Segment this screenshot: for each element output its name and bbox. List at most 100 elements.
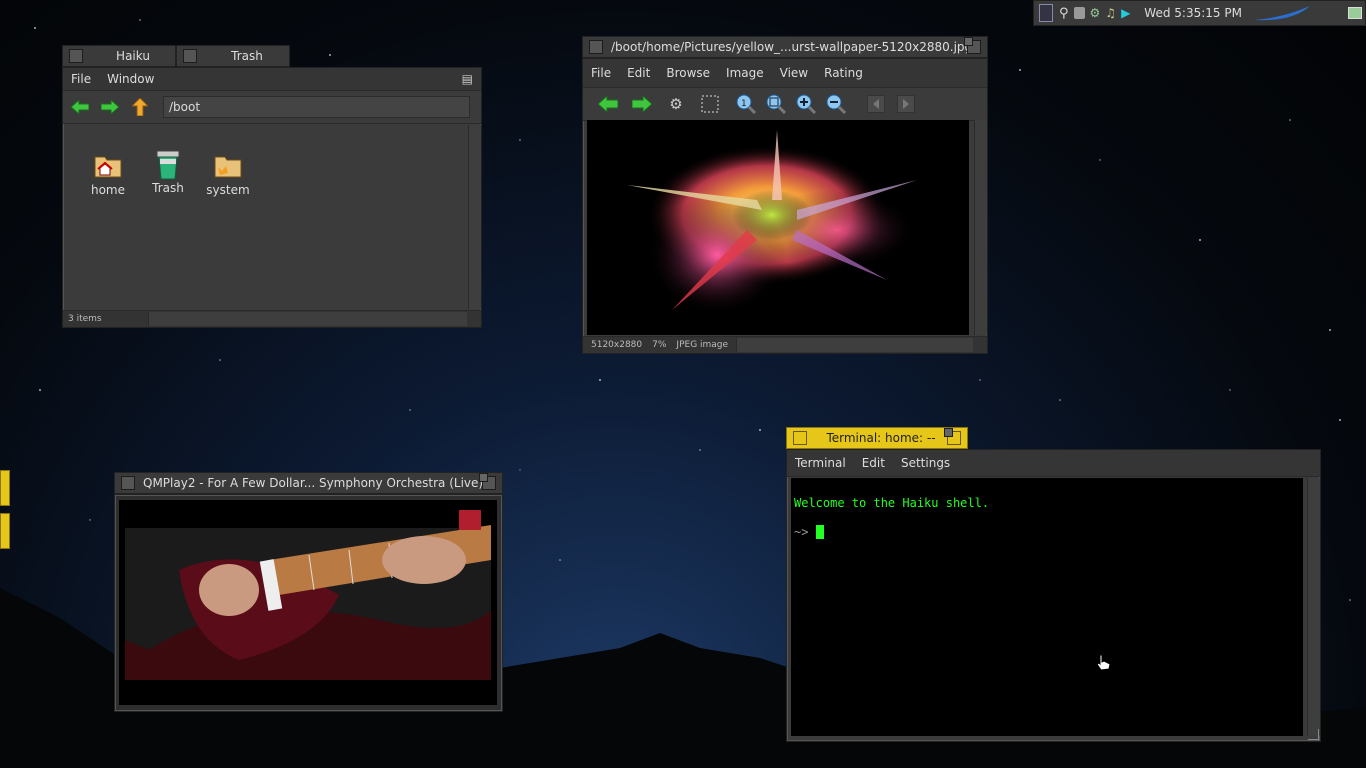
- menu-image[interactable]: Image: [718, 66, 772, 80]
- status-bar: 5120x2880 7% JPEG image: [583, 336, 987, 353]
- drive-icon[interactable]: ▤: [454, 72, 481, 86]
- zoom-level: 7%: [652, 340, 667, 350]
- menu-view[interactable]: View: [772, 66, 816, 80]
- selection-icon[interactable]: [699, 93, 721, 115]
- item-count: 3 items: [68, 314, 102, 324]
- zoom-in-icon[interactable]: [795, 93, 817, 115]
- menu-edit[interactable]: Edit: [854, 456, 893, 470]
- up-arrow-icon[interactable]: [129, 96, 151, 118]
- menu-bar: Terminal Edit Settings: [787, 450, 1320, 477]
- network-icon[interactable]: ⚙: [1090, 6, 1101, 20]
- file-item-home[interactable]: home: [83, 149, 133, 197]
- path-field[interactable]: /boot: [163, 96, 470, 118]
- zoom-button[interactable]: [944, 428, 961, 445]
- previous-arrow-icon[interactable]: [597, 93, 619, 115]
- terminal-prompt: ~>: [794, 525, 809, 539]
- showimage-window: /boot/home/Pictures/yellow_...urst-wallp…: [582, 36, 988, 354]
- disk-icon[interactable]: [1073, 7, 1085, 19]
- menu-bar: File Window ▤: [63, 68, 481, 91]
- back-arrow-icon[interactable]: [69, 96, 91, 118]
- menu-browse[interactable]: Browse: [658, 66, 718, 80]
- system-folder-icon: [212, 149, 244, 181]
- menu-window[interactable]: Window: [99, 72, 162, 86]
- terminal-tab[interactable]: Terminal: home: --: [786, 427, 968, 449]
- terminal-cursor: [816, 525, 825, 539]
- terminal-window: Terminal: home: -- Terminal Edit Setting…: [786, 427, 1321, 742]
- image-size: 5120x2880: [591, 340, 643, 350]
- window-title: QMPlay2 - For A Few Dollar... Symphony O…: [143, 476, 482, 490]
- search-icon[interactable]: ⚲: [1059, 6, 1069, 21]
- workspace-icon[interactable]: [1347, 7, 1362, 19]
- forward-arrow-icon[interactable]: [99, 96, 121, 118]
- file-area: home Trash system: [65, 125, 467, 309]
- menu-file[interactable]: File: [583, 66, 619, 80]
- trash-icon: [152, 147, 184, 180]
- play-icon[interactable]: ▶: [1121, 6, 1130, 20]
- menu-settings[interactable]: Settings: [893, 456, 958, 470]
- next-page-icon[interactable]: [895, 93, 917, 115]
- file-label: home: [90, 183, 126, 197]
- showimage-body: File Edit Browse Image View Rating ⚙ 1 5…: [582, 58, 988, 354]
- qmplay-window: QMPlay2 - For A Few Dollar... Symphony O…: [114, 472, 503, 712]
- terminal-line: Welcome to the Haiku shell.: [794, 496, 990, 510]
- vertical-scrollbar[interactable]: [974, 120, 987, 335]
- video-frame: [125, 510, 491, 680]
- close-button[interactable]: [793, 431, 807, 445]
- deskbar: ⚲ ⚙ ♫ ▶ Wed 5:35:15 PM: [1033, 0, 1366, 26]
- file-item-system[interactable]: system: [203, 149, 253, 197]
- window-title: Terminal: home: --: [826, 431, 936, 445]
- path-text: /boot: [169, 100, 201, 114]
- horizontal-scrollbar[interactable]: [148, 312, 467, 326]
- color-burst-image: [627, 130, 917, 315]
- terminal-body: Terminal Edit Settings Welcome to the Ha…: [786, 449, 1321, 742]
- close-button[interactable]: [69, 49, 83, 63]
- terminal-screen[interactable]: Welcome to the Haiku shell. ~>: [791, 478, 1303, 736]
- fit-to-window-icon[interactable]: [765, 93, 787, 115]
- close-button[interactable]: [183, 49, 197, 63]
- menu-edit[interactable]: Edit: [619, 66, 658, 80]
- close-button[interactable]: [121, 476, 135, 490]
- nav-toolbar: /boot: [63, 91, 481, 124]
- zoom-button[interactable]: [964, 37, 981, 54]
- showimage-tab[interactable]: /boot/home/Pictures/yellow_...urst-wallp…: [582, 36, 988, 58]
- zoom-button[interactable]: [479, 473, 496, 490]
- slideshow-icon[interactable]: ⚙: [665, 93, 687, 115]
- tracker-window: Haiku Trash File Window ▤ /boot home Tra…: [62, 45, 482, 328]
- svg-text:1: 1: [741, 99, 747, 109]
- hand-cursor-icon: [1096, 654, 1111, 671]
- image-viewport[interactable]: [587, 120, 969, 335]
- qmplay-body: [114, 494, 503, 712]
- file-label: system: [206, 183, 250, 197]
- tab-title: Haiku: [116, 49, 150, 63]
- zoom-out-icon[interactable]: [825, 93, 847, 115]
- tab-trash[interactable]: Trash: [176, 45, 290, 67]
- menu-rating[interactable]: Rating: [816, 66, 871, 80]
- edge-tab-2[interactable]: [0, 513, 10, 549]
- original-size-icon[interactable]: 1: [735, 93, 757, 115]
- image-toolbar: ⚙ 1: [583, 88, 987, 121]
- status-bar: 3 items: [63, 310, 481, 327]
- close-button[interactable]: [589, 40, 603, 54]
- next-arrow-icon[interactable]: [631, 93, 653, 115]
- vertical-scrollbar[interactable]: [468, 125, 481, 309]
- resize-grip-icon[interactable]: [1308, 729, 1319, 740]
- tracker-body: File Window ▤ /boot home Trash system 3 …: [62, 67, 482, 328]
- video-area[interactable]: [119, 500, 497, 705]
- previous-page-icon[interactable]: [865, 93, 887, 115]
- image-type: JPEG image: [676, 340, 729, 350]
- file-item-trash[interactable]: Trash: [143, 147, 193, 195]
- haiku-leaf-icon[interactable]: [1252, 4, 1312, 22]
- menu-bar: File Edit Browse Image View Rating: [583, 59, 987, 88]
- horizontal-scrollbar[interactable]: [736, 338, 973, 352]
- deskbar-clock[interactable]: Wed 5:35:15 PM: [1144, 6, 1242, 20]
- vertical-scrollbar[interactable]: [1307, 478, 1320, 736]
- tab-title: Trash: [231, 49, 263, 63]
- deskbar-tray-icon[interactable]: [1039, 4, 1053, 22]
- window-title: /boot/home/Pictures/yellow_...urst-wallp…: [611, 40, 967, 54]
- menu-file[interactable]: File: [63, 72, 99, 86]
- qmplay-tab[interactable]: QMPlay2 - For A Few Dollar... Symphony O…: [114, 472, 503, 494]
- media-icon[interactable]: ♫: [1105, 6, 1116, 20]
- tab-haiku[interactable]: Haiku: [62, 45, 176, 67]
- menu-terminal[interactable]: Terminal: [787, 456, 854, 470]
- edge-tab-1[interactable]: [0, 470, 10, 506]
